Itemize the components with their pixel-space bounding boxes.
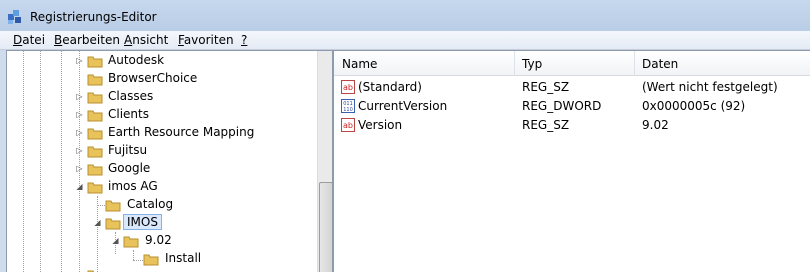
folder-icon — [105, 200, 121, 212]
folder-icon — [87, 56, 103, 68]
svg-text:ab: ab — [343, 121, 353, 130]
list-header: Name Typ Daten — [334, 51, 810, 76]
menu-ansicht[interactable]: Ansicht — [124, 33, 168, 47]
tree-node-browserchoice[interactable]: BrowserChoice — [7, 70, 317, 88]
registry-tree[interactable]: ▷ Autodesk BrowserChoice ▷ Classes ▷ Cli… — [6, 50, 333, 272]
menu-help[interactable]: ? — [241, 33, 247, 47]
folder-icon — [87, 110, 103, 122]
expand-arrow-icon[interactable]: ▷ — [75, 164, 84, 173]
folder-icon — [143, 254, 159, 266]
folder-open-icon — [123, 236, 139, 248]
collapse-arrow-icon[interactable]: ◢ — [111, 236, 120, 245]
folder-icon — [87, 92, 103, 104]
svg-text:110: 110 — [343, 107, 353, 113]
values-list[interactable]: Name Typ Daten ab (Standard) REG_SZ (Wer… — [333, 50, 810, 272]
svg-text:ab: ab — [343, 83, 353, 92]
value-row[interactable]: ab Version REG_SZ 9.02 — [334, 116, 810, 135]
tree-node-fujitsu[interactable]: ▷ Fujitsu — [7, 142, 317, 160]
expand-arrow-icon[interactable]: ▷ — [75, 110, 84, 119]
folder-open-icon — [87, 182, 103, 194]
regedit-app-icon — [8, 10, 21, 24]
tree-node-autodesk[interactable]: ▷ Autodesk — [7, 52, 317, 70]
string-value-icon: ab — [341, 80, 355, 94]
tree-node-catalog[interactable]: Catalog — [7, 196, 317, 214]
selected-node-label: IMOS — [123, 214, 162, 230]
expand-arrow-icon[interactable]: ▷ — [75, 146, 84, 155]
title-bar: Registrierungs-Editor — [0, 0, 810, 31]
column-header-type[interactable]: Typ — [522, 57, 542, 71]
menu-bearbeiten[interactable]: Bearbeiten — [54, 33, 120, 47]
tree-scrollbar[interactable] — [317, 51, 332, 272]
tree-node-classes[interactable]: ▷ Classes — [7, 88, 317, 106]
column-divider[interactable] — [514, 51, 515, 75]
tree-node-9-02[interactable]: ◢ 9.02 — [7, 232, 317, 250]
value-row[interactable]: 011 110 CurrentVersion REG_DWORD 0x000000… — [334, 97, 810, 116]
tree-node-earth-resource-mapping[interactable]: ▷ Earth Resource Mapping — [7, 124, 317, 142]
folder-icon — [87, 270, 95, 272]
tree-node-install[interactable]: Install — [7, 250, 317, 268]
column-divider[interactable] — [634, 51, 635, 75]
folder-open-icon — [105, 218, 121, 230]
value-row[interactable]: ab (Standard) REG_SZ (Wert nicht festgel… — [334, 78, 810, 97]
window-title: Registrierungs-Editor — [30, 10, 157, 24]
tree-node-imos[interactable]: ◢ IMOS — [7, 214, 317, 232]
folder-icon — [87, 128, 103, 140]
dword-value-icon: 011110 — [341, 99, 355, 113]
column-header-name[interactable]: Name — [342, 57, 377, 71]
folder-icon — [87, 74, 103, 86]
folder-icon — [87, 164, 103, 176]
tree-node-clients[interactable]: ▷ Clients — [7, 106, 317, 124]
expand-arrow-icon[interactable]: ▷ — [75, 56, 84, 65]
tree-scrollbar-thumb[interactable] — [319, 182, 332, 272]
folder-icon — [87, 146, 103, 158]
menu-bar: Datei Bearbeiten Ansicht Favoriten ? — [0, 31, 810, 50]
column-header-data[interactable]: Daten — [642, 57, 678, 71]
string-value-icon: ab — [341, 118, 355, 132]
menu-favoriten[interactable]: Favoriten — [178, 33, 234, 47]
collapse-arrow-icon[interactable]: ◢ — [93, 218, 102, 227]
expand-arrow-icon[interactable]: ▷ — [75, 92, 84, 101]
menu-datei[interactable]: Datei — [13, 33, 45, 47]
tree-node-imos-ag[interactable]: ◢ imos AG — [7, 178, 317, 196]
collapse-arrow-icon[interactable]: ◢ — [75, 182, 84, 191]
tree-node-google[interactable]: ▷ Google — [7, 160, 317, 178]
expand-arrow-icon[interactable]: ▷ — [75, 128, 84, 137]
